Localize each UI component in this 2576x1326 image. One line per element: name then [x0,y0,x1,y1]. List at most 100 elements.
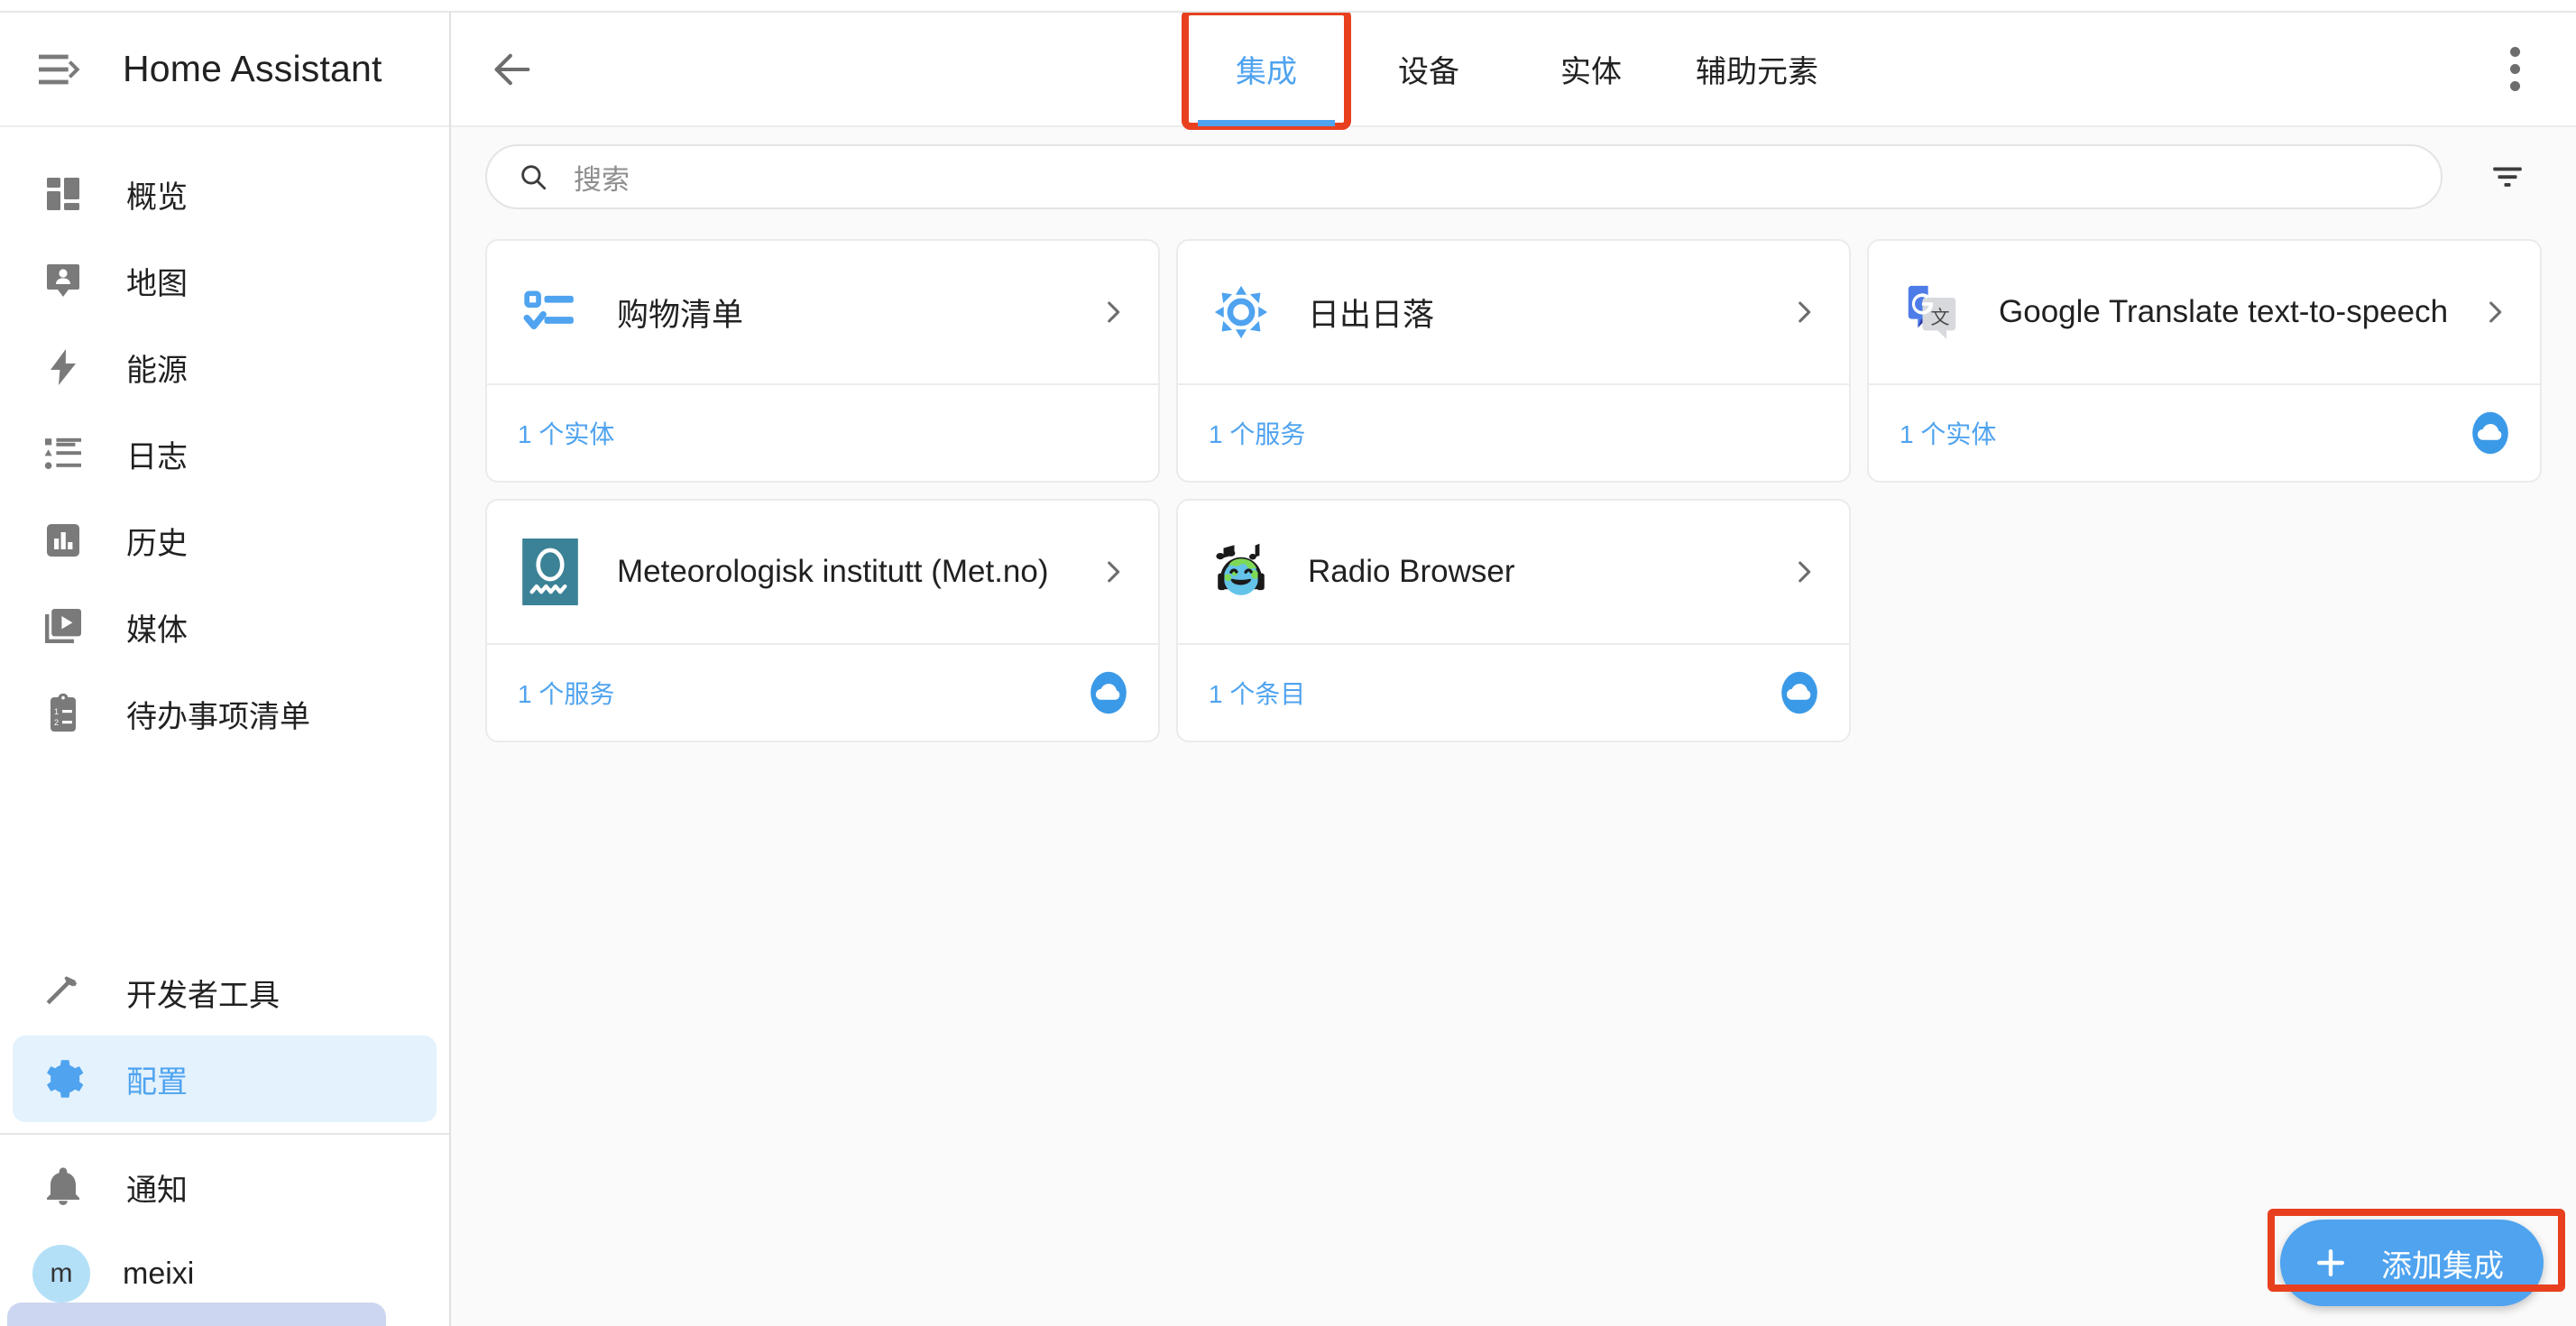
clipboard-list-icon: 1 2 [36,686,90,741]
chevron-right-icon [1786,297,1822,327]
chart-box-icon [36,513,90,567]
tab-devices[interactable]: 设备 [1348,12,1510,126]
sidebar-flex-spacer [0,757,449,949]
browser-top-strip [0,0,2576,13]
integration-title: Radio Browser [1308,554,1515,589]
dots-vertical-icon[interactable] [2473,28,2556,111]
radio-browser-globe-headphones-icon [1209,539,1274,604]
sidebar-item-notifications[interactable]: 通知 [13,1144,437,1230]
sidebar: Home Assistant 概览 地图 能源 日志 历史 媒体 1 2 待办事… [0,0,451,1326]
tab-label: 集成 [1236,55,1297,89]
main-content: 集成 设备 实体 辅助元素 搜索 购物清单 1 个实体 日出日落 1 个服务 文… [451,0,2576,1326]
tab-label: 实体 [1560,55,1622,89]
plus-icon [2311,1243,2351,1283]
sidebar-item-history[interactable]: 历史 [13,497,437,584]
lightning-bolt-icon [36,340,90,394]
integration-card-footer: 1 个实体 [1869,385,2540,481]
arrow-left-icon[interactable] [471,28,554,111]
integration-card[interactable]: Meteorologisk institutt (Met.no) 1 个服务 [485,499,1160,742]
hammer-wrench-icon [36,965,90,1019]
cog-icon [36,1052,90,1106]
add-integration-button[interactable]: 添加集成 [2280,1220,2544,1306]
sidebar-item-media[interactable]: 媒体 [13,584,437,670]
chevron-right-icon [1095,297,1131,327]
integration-card-footer: 1 个条目 [1178,645,1849,741]
sidebar-item-map[interactable]: 地图 [13,237,437,324]
sidebar-nav-footer: 通知 m meixi [0,1135,449,1326]
sidebar-item-label: 媒体 [126,612,188,648]
integration-card[interactable]: 购物清单 1 个实体 [485,239,1160,483]
search-input[interactable]: 搜索 [485,144,2443,209]
sidebar-item-label: 通知 [126,1173,188,1208]
search-placeholder: 搜索 [574,163,630,196]
svg-text:1: 1 [54,707,59,716]
sidebar-item-label: 概览 [126,180,188,215]
filter-variant-icon[interactable] [2466,135,2549,218]
integration-card-footer: 1 个服务 [487,645,1158,741]
integration-card-header: Meteorologisk institutt (Met.no) [487,501,1158,645]
chevron-right-icon [2477,297,2513,327]
sidebar-item-developer-tools[interactable]: 开发者工具 [13,949,437,1036]
search-icon [518,161,548,192]
integration-card[interactable]: 日出日落 1 个服务 [1176,239,1851,483]
map-marker-account-icon [36,253,90,308]
tab-label: 辅助元素 [1696,55,1818,89]
integration-service-link[interactable]: 1 个服务 [1209,415,1305,451]
chevron-right-icon [1786,557,1822,587]
integration-entity-link[interactable]: 1 个实体 [1900,415,1996,451]
toolbar-tabs: 集成 设备 实体 辅助元素 [1182,8,1842,130]
integration-card[interactable]: 文 Google Translate text-to-speech 1 个实体 [1867,239,2542,483]
integration-card-header: 日出日落 [1178,241,1849,385]
integration-entry-link[interactable]: 1 个条目 [1209,675,1305,711]
avatar-initial: m [50,1258,73,1288]
hamburger-collapse-icon[interactable] [16,28,99,111]
view-dashboard-icon [36,167,90,221]
integration-entity-link[interactable]: 1 个实体 [518,415,614,451]
sidebar-item-energy[interactable]: 能源 [13,324,437,410]
tab-integrations[interactable]: 集成 [1182,8,1351,130]
integration-title: 日出日落 [1308,297,1435,333]
sun-brightness-icon [1209,280,1274,345]
integration-card-header: Radio Browser [1178,501,1849,645]
sidebar-item-label: 地图 [126,266,188,301]
sidebar-item-label: 配置 [126,1064,188,1100]
integration-service-link[interactable]: 1 个服务 [518,675,614,711]
chevron-right-icon [1095,557,1131,587]
metno-logo-icon [518,539,583,605]
sidebar-header: Home Assistant [0,13,449,127]
cloud-icon [1082,667,1135,719]
app-root: Home Assistant 概览 地图 能源 日志 历史 媒体 1 2 待办事… [0,0,2576,1326]
bell-icon [36,1160,90,1214]
tab-label: 设备 [1398,55,1459,89]
integrations-content: 购物清单 1 个实体 日出日落 1 个服务 文 Google Translate… [451,226,2576,1326]
integration-card-footer: 1 个服务 [1178,385,1849,481]
google-translate-logo-icon: 文 [1900,280,1964,345]
sidebar-nav-tools: 开发者工具 配置 [0,949,449,1122]
sidebar-item-label: 能源 [126,353,188,388]
integration-title: Google Translate text-to-speech [1999,294,2449,329]
avatar: m [32,1245,90,1303]
sidebar-item-configuration[interactable]: 配置 [13,1036,437,1122]
integrations-grid: 购物清单 1 个实体 日出日落 1 个服务 文 Google Translate… [485,239,2542,742]
sidebar-item-label: 待办事项清单 [126,699,310,734]
svg-text:文: 文 [1931,308,1950,328]
integration-title: 购物清单 [617,297,744,333]
integration-card[interactable]: Radio Browser 1 个条目 [1176,499,1851,742]
svg-text:2: 2 [54,718,59,727]
integration-title: Meteorologisk institutt (Met.no) [617,554,1049,589]
integration-card-footer: 1 个实体 [487,385,1158,481]
app-title: Home Assistant [123,48,382,89]
tab-entities[interactable]: 实体 [1510,12,1672,126]
search-row: 搜索 [451,127,2576,226]
menu-dot [2509,64,2520,74]
sidebar-item-logbook[interactable]: 日志 [13,410,437,497]
sidebar-item-todo[interactable]: 1 2 待办事项清单 [13,670,437,757]
cloud-icon [2464,407,2516,459]
play-box-multiple-icon [36,600,90,654]
cloud-icon [1773,667,1826,719]
integration-card-header: 购物清单 [487,241,1158,385]
integration-card-header: 文 Google Translate text-to-speech [1869,241,2540,385]
sidebar-nav-primary: 概览 地图 能源 日志 历史 媒体 1 2 待办事项清单 [0,127,449,757]
tab-helpers[interactable]: 辅助元素 [1672,12,1842,126]
sidebar-item-overview[interactable]: 概览 [13,151,437,237]
